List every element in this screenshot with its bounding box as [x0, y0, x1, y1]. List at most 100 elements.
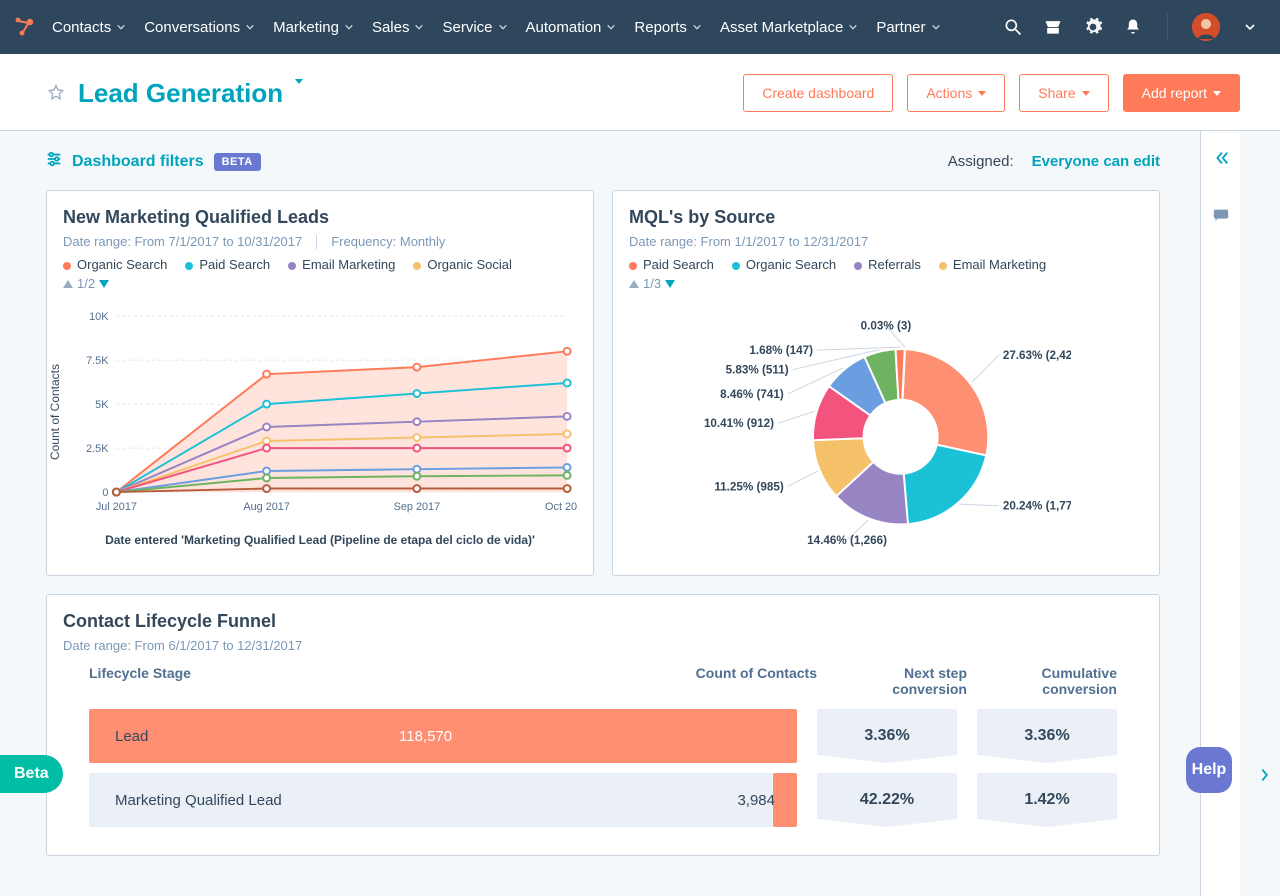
- notifications-icon[interactable]: [1123, 17, 1143, 37]
- user-avatar[interactable]: [1192, 13, 1220, 41]
- create-dashboard-button[interactable]: Create dashboard: [743, 74, 893, 112]
- pager-text: 1/3: [643, 276, 661, 291]
- add-report-label: Add report: [1142, 85, 1207, 101]
- funnel-stage: Marketing Qualified Lead: [89, 792, 282, 809]
- chart-title: Contact Lifecycle Funnel: [63, 611, 1143, 632]
- legend-item[interactable]: Paid Search: [185, 257, 270, 272]
- svg-text:27.63% (2,420): 27.63% (2,420): [1003, 349, 1071, 362]
- legend-item[interactable]: Organic Search: [732, 257, 836, 272]
- legend-pager: 1/3: [629, 276, 1143, 291]
- funnel-value: 3,984: [737, 792, 775, 809]
- donut-chart: 27.63% (2,420)20.24% (1,773)14.46% (1,26…: [629, 297, 1143, 557]
- beta-fab[interactable]: Beta: [0, 755, 63, 793]
- title-group: Lead Generation: [46, 78, 303, 109]
- nav-label: Automation: [526, 19, 602, 36]
- top-actions: [995, 13, 1268, 41]
- funnel-next: 42.22%: [817, 773, 957, 827]
- funnel-row: Lead 118,570 3.36% 3.36%: [63, 709, 1143, 763]
- col-next: Next step conversion: [827, 665, 967, 697]
- nav-item[interactable]: Asset Marketplace: [720, 19, 858, 36]
- svg-text:10K: 10K: [89, 311, 109, 323]
- nav-label: Partner: [876, 19, 925, 36]
- chart-xlabel: Date entered 'Marketing Qualified Lead (…: [63, 533, 577, 547]
- add-report-button[interactable]: Add report: [1123, 74, 1240, 112]
- legend-item[interactable]: Organic Search: [63, 257, 167, 272]
- marketplace-icon[interactable]: [1043, 17, 1063, 37]
- legend-item[interactable]: Email Marketing: [939, 257, 1046, 272]
- title-dropdown-icon[interactable]: [295, 84, 303, 102]
- svg-text:11.25% (985): 11.25% (985): [714, 480, 784, 493]
- filter-icon[interactable]: [46, 151, 62, 172]
- funnel-next: 3.36%: [817, 709, 957, 763]
- filters-label[interactable]: Dashboard filters: [72, 153, 204, 171]
- top-navbar: Contacts Conversations Marketing Sales Servi…: [0, 0, 1280, 54]
- brand-logo[interactable]: [12, 15, 36, 39]
- svg-text:Jul 2017: Jul 2017: [96, 501, 137, 513]
- nav-item[interactable]: Sales: [372, 19, 425, 36]
- col-stage: Lifecycle Stage: [89, 665, 647, 697]
- pager-prev-icon[interactable]: [63, 280, 73, 288]
- legend-item[interactable]: Referrals: [854, 257, 921, 272]
- nav-label: Service: [442, 19, 492, 36]
- pager-prev-icon[interactable]: [629, 280, 639, 288]
- nav-item[interactable]: Reports: [634, 19, 702, 36]
- svg-text:1.68% (147): 1.68% (147): [749, 344, 813, 357]
- share-button[interactable]: Share: [1019, 74, 1108, 112]
- account-chevron-icon[interactable]: [1240, 17, 1260, 37]
- page-header: Lead Generation Create dashboard Actions…: [0, 54, 1280, 131]
- funnel-cum: 1.42%: [977, 773, 1117, 827]
- funnel-value: 118,570: [399, 728, 452, 745]
- search-icon[interactable]: [1003, 17, 1023, 37]
- assigned-label: Assigned:: [948, 153, 1014, 170]
- svg-text:7.5K: 7.5K: [86, 355, 109, 367]
- collapse-panel-icon[interactable]: [1212, 149, 1230, 172]
- svg-text:5.83% (511): 5.83% (511): [726, 363, 789, 376]
- nav-label: Contacts: [52, 19, 111, 36]
- chart-ylabel: Count of Contacts: [48, 364, 62, 460]
- share-label: Share: [1038, 85, 1075, 101]
- pager-text: 1/2: [77, 276, 95, 291]
- legend-pager: 1/2: [63, 276, 577, 291]
- nav-item[interactable]: Service: [442, 19, 507, 36]
- nav-items: Contacts Conversations Marketing Sales Servi…: [52, 19, 995, 36]
- pager-next-icon[interactable]: [665, 280, 675, 288]
- chart-card-mql-new: New Marketing Qualified Leads Date range…: [46, 190, 594, 576]
- chart-date-range: Date range: From 6/1/2017 to 12/31/2017: [63, 638, 302, 653]
- svg-text:0.03% (3): 0.03% (3): [861, 320, 912, 333]
- nav-item[interactable]: Conversations: [144, 19, 255, 36]
- svg-text:Aug 2017: Aug 2017: [243, 501, 289, 513]
- svg-text:Oct 2017: Oct 2017: [545, 501, 577, 513]
- filters-row: Dashboard filters BETA Assigned: Everyon…: [46, 151, 1160, 172]
- legend-item[interactable]: Paid Search: [629, 257, 714, 272]
- pager-next-icon[interactable]: [99, 280, 109, 288]
- chart-legend: Paid Search Organic Search Referrals Email …: [629, 257, 1143, 272]
- actions-button[interactable]: Actions: [907, 74, 1005, 112]
- svg-text:8.46% (741): 8.46% (741): [720, 388, 784, 401]
- chart-card-mql-source: MQL's by Source Date range: From 1/1/201…: [612, 190, 1160, 576]
- page-title[interactable]: Lead Generation: [78, 78, 283, 109]
- settings-icon[interactable]: [1083, 17, 1103, 37]
- nav-label: Conversations: [144, 19, 240, 36]
- nav-item[interactable]: Partner: [876, 19, 940, 36]
- chart-title: MQL's by Source: [629, 207, 1143, 228]
- actions-label: Actions: [926, 85, 972, 101]
- comments-icon[interactable]: [1212, 206, 1230, 229]
- legend-item[interactable]: Organic Social: [413, 257, 512, 272]
- funnel-cum: 3.36%: [977, 709, 1117, 763]
- chart-card-funnel: Contact Lifecycle Funnel Date range: Fro…: [46, 594, 1160, 856]
- expand-fab-icon[interactable]: [1256, 766, 1274, 789]
- funnel-stage: Lead: [89, 728, 148, 745]
- chart-frequency: Frequency: Monthly: [331, 234, 445, 249]
- help-fab[interactable]: Help: [1186, 747, 1232, 793]
- assigned-value[interactable]: Everyone can edit: [1032, 153, 1160, 170]
- nav-label: Reports: [634, 19, 687, 36]
- legend-item[interactable]: Email Marketing: [288, 257, 395, 272]
- svg-text:0: 0: [102, 487, 108, 499]
- nav-item[interactable]: Marketing: [273, 19, 354, 36]
- nav-item[interactable]: Contacts: [52, 19, 126, 36]
- nav-item[interactable]: Automation: [526, 19, 617, 36]
- favorite-star-icon[interactable]: [46, 83, 66, 103]
- svg-text:2.5K: 2.5K: [86, 443, 109, 455]
- funnel-row: Marketing Qualified Lead 3,984 42.22% 1.42%: [63, 773, 1143, 827]
- nav-label: Asset Marketplace: [720, 19, 843, 36]
